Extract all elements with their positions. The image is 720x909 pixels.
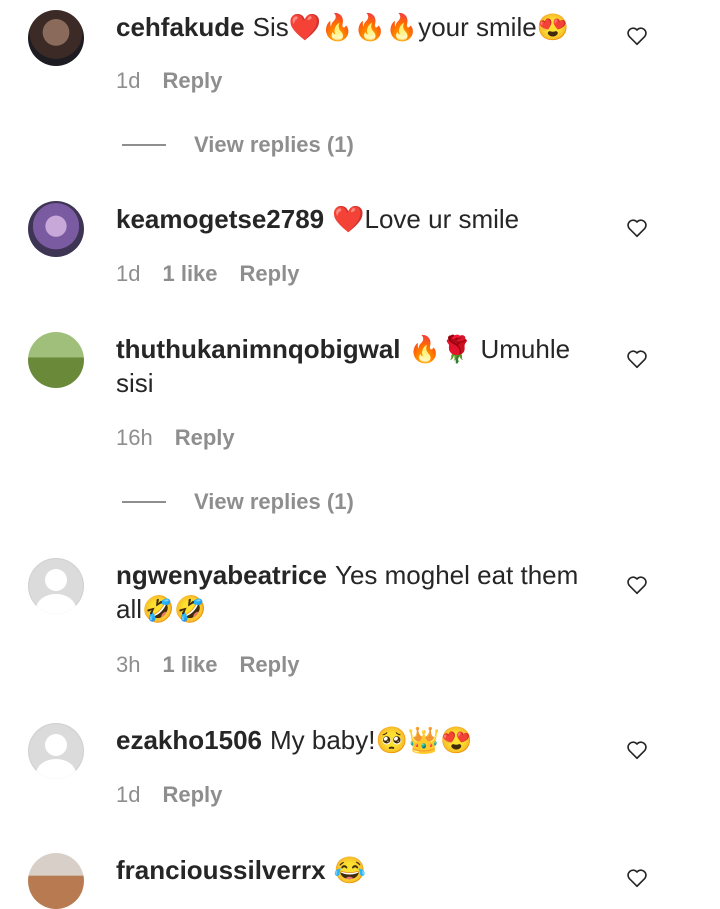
avatar[interactable]	[28, 201, 84, 257]
heart-outline-icon[interactable]	[626, 867, 648, 889]
comment-text: 😂	[333, 855, 366, 885]
comment-text: My baby!🥺👑😍	[269, 725, 473, 755]
comment-body: ezakho1506 My baby!🥺👑😍	[116, 723, 596, 757]
comment-username[interactable]: ngwenyabeatrice	[116, 560, 327, 590]
heart-outline-icon[interactable]	[626, 25, 648, 47]
reply-button[interactable]: Reply	[162, 782, 222, 808]
comment-time: 1d	[116, 782, 141, 807]
comment-time: 1d	[116, 261, 141, 286]
view-replies-button[interactable]: View replies (1)	[122, 489, 354, 515]
default-avatar-icon[interactable]	[28, 723, 84, 779]
comment-text: ❤️Love ur smile	[332, 204, 520, 234]
avatar[interactable]	[28, 332, 84, 388]
avatar[interactable]	[28, 853, 84, 909]
avatar[interactable]	[28, 10, 84, 66]
view-replies-label: View replies (1)	[194, 132, 354, 157]
comment-text: Sis❤️🔥🔥🔥your smile😍	[252, 12, 570, 42]
comment-meta: 1d 1 like Reply	[116, 261, 299, 287]
reply-button[interactable]: Reply	[162, 68, 222, 94]
heart-outline-icon[interactable]	[626, 574, 648, 596]
comment-body: francioussilverrx 😂	[116, 853, 596, 887]
comment-meta: 1d Reply	[116, 782, 222, 808]
view-replies-label: View replies (1)	[194, 489, 354, 514]
comment-meta: 16h Reply	[116, 425, 235, 451]
default-avatar-icon[interactable]	[28, 558, 84, 614]
view-replies-button[interactable]: View replies (1)	[122, 132, 354, 158]
comment-body: ngwenyabeatrice Yes moghel eat them all🤣🤣	[116, 558, 596, 626]
comment-body: keamogetse2789 ❤️Love ur smile	[116, 202, 596, 236]
comment-time: 16h	[116, 425, 153, 450]
comment-meta: 3h 1 like Reply	[116, 652, 299, 678]
comment-body: cehfakude Sis❤️🔥🔥🔥your smile😍	[116, 10, 596, 44]
comment-username[interactable]: ezakho1506	[116, 725, 262, 755]
reply-button[interactable]: Reply	[240, 261, 300, 287]
heart-outline-icon[interactable]	[626, 739, 648, 761]
likes-count[interactable]: 1 like	[162, 261, 217, 287]
likes-count[interactable]: 1 like	[162, 652, 217, 678]
reply-button[interactable]: Reply	[240, 652, 300, 678]
comment-time: 1d	[116, 68, 141, 93]
comment-username[interactable]: cehfakude	[116, 12, 245, 42]
divider	[122, 501, 166, 503]
heart-outline-icon[interactable]	[626, 217, 648, 239]
comment-meta: 1d Reply	[116, 68, 222, 94]
reply-button[interactable]: Reply	[175, 425, 235, 451]
comment-username[interactable]: thuthukanimnqobigwal	[116, 334, 401, 364]
comment-time: 3h	[116, 652, 141, 677]
divider	[122, 144, 166, 146]
comment-username[interactable]: keamogetse2789	[116, 204, 324, 234]
comment-username[interactable]: francioussilverrx	[116, 855, 326, 885]
heart-outline-icon[interactable]	[626, 348, 648, 370]
comment-body: thuthukanimnqobigwal 🔥🌹 Umuhle sisi	[116, 332, 596, 400]
